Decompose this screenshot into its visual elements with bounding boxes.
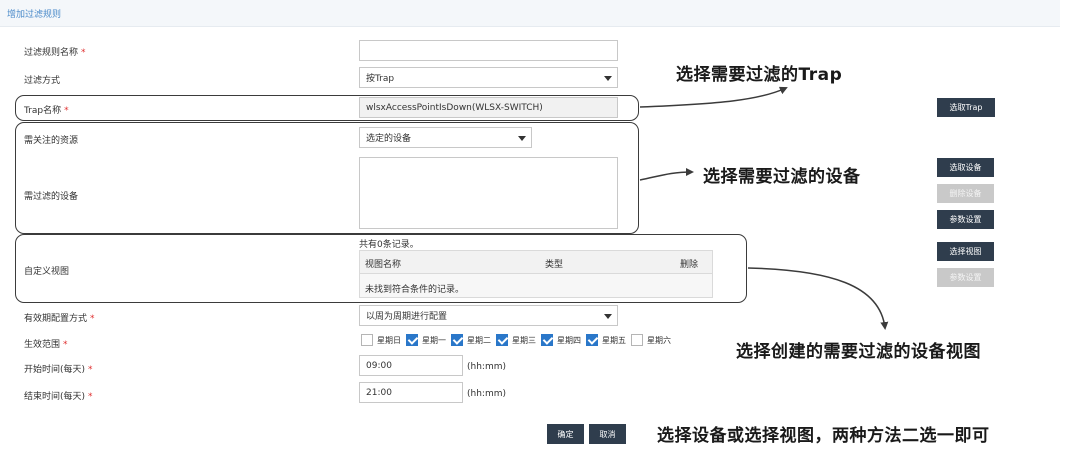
- annotation-arrows: [639, 86, 889, 330]
- annotation-either: 选择设备或选择视图，两种方法二选一即可: [657, 426, 990, 446]
- arrow-to-trap-label: [639, 86, 788, 108]
- arrow-to-devices-label: [639, 168, 694, 181]
- arrow-to-view-label: [747, 267, 889, 330]
- annotation-trap: 选择需要过滤的Trap: [676, 65, 843, 85]
- annotation-view: 选择创建的需要过滤的设备视图: [736, 342, 981, 362]
- annotation-devices: 选择需要过滤的设备: [703, 167, 861, 187]
